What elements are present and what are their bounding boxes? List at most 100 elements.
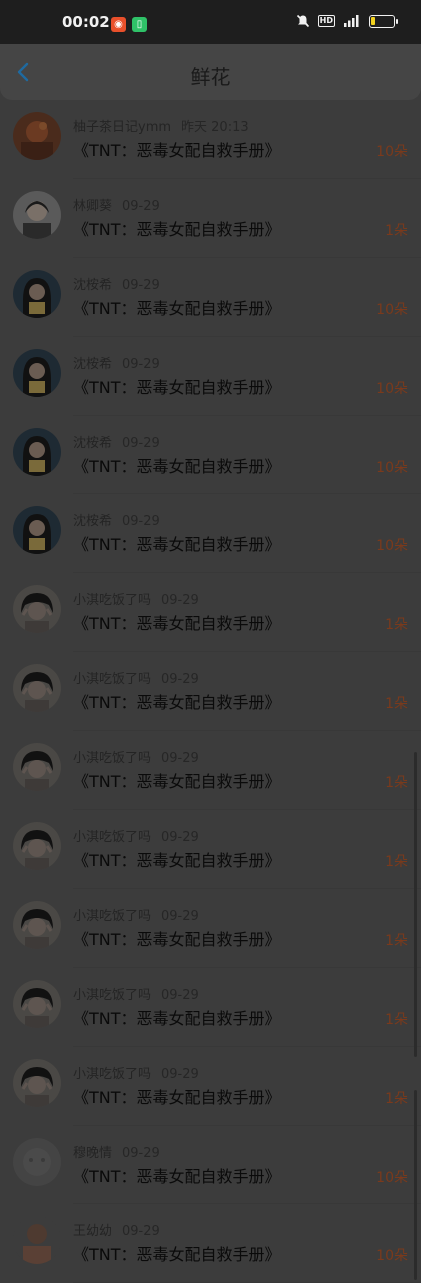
sender-name[interactable]: 沈桉希 <box>73 436 112 451</box>
mute-icon <box>296 14 309 28</box>
book-title[interactable]: 《TNT：恶毒女配自救手册》 <box>73 926 281 950</box>
sender-name[interactable]: 小淇吃饭了吗 <box>73 988 151 1003</box>
book-title[interactable]: 《TNT：恶毒女配自救手册》 <box>73 768 281 792</box>
sender-name[interactable]: 小淇吃饭了吗 <box>73 593 151 608</box>
send-date: 昨天 20:13 <box>181 120 249 135</box>
book-title[interactable]: 《TNT：恶毒女配自救手册》 <box>73 1005 281 1029</box>
hd-icon: HD <box>317 15 335 27</box>
avatar[interactable] <box>13 664 61 713</box>
sender-meta: 小淇吃饭了吗 09-29 <box>73 905 199 924</box>
avatar[interactable] <box>13 1216 61 1265</box>
list-item[interactable]: 沈桉希 09-29 《TNT：恶毒女配自救手册》 10朵 <box>0 337 421 416</box>
list-item[interactable]: 穆晚情 09-29 《TNT：恶毒女配自救手册》 10朵 <box>0 1126 421 1205</box>
weibo-app-icon: ◉ <box>111 17 126 32</box>
list-item[interactable]: 小淇吃饭了吗 09-29 《TNT：恶毒女配自救手册》 1朵 <box>0 810 421 889</box>
scrollbar-upper[interactable] <box>414 752 417 1057</box>
book-title[interactable]: 《TNT：恶毒女配自救手册》 <box>73 453 281 477</box>
send-date: 09-29 <box>161 751 199 767</box>
sender-meta: 沈桉希 09-29 <box>73 274 160 293</box>
flower-count: 10朵 <box>376 1248 408 1265</box>
list-item[interactable]: 王幼幼 09-29 《TNT：恶毒女配自救手册》 10朵 <box>0 1204 421 1283</box>
list-item[interactable]: 小淇吃饭了吗 09-29 《TNT：恶毒女配自救手册》 1朵 <box>0 1047 421 1126</box>
list-item[interactable]: 沈桉希 09-29 《TNT：恶毒女配自救手册》 10朵 <box>0 416 421 495</box>
flower-count: 10朵 <box>376 301 408 318</box>
flower-count: 10朵 <box>376 538 408 555</box>
sender-name[interactable]: 小淇吃饭了吗 <box>73 672 151 687</box>
flower-count: 1朵 <box>385 222 408 239</box>
avatar[interactable] <box>13 190 61 239</box>
avatar[interactable] <box>13 743 61 792</box>
battery-icon <box>369 14 398 28</box>
status-bar: 00:02 ◉ ▯ HD <box>0 0 421 44</box>
sender-name[interactable]: 小淇吃饭了吗 <box>73 751 151 766</box>
sender-name[interactable]: 沈桉希 <box>73 514 112 529</box>
sender-meta: 小淇吃饭了吗 09-29 <box>73 747 199 766</box>
book-title[interactable]: 《TNT：恶毒女配自救手册》 <box>73 216 281 240</box>
sender-meta: 王幼幼 09-29 <box>73 1220 160 1239</box>
sender-meta: 柚子茶日记ymm 昨天 20:13 <box>73 116 249 135</box>
send-date: 09-29 <box>122 277 160 293</box>
send-date: 09-29 <box>122 435 160 451</box>
nav-bar: 鲜花 <box>0 44 421 100</box>
book-title[interactable]: 《TNT：恶毒女配自救手册》 <box>73 1163 281 1187</box>
avatar[interactable] <box>13 585 61 634</box>
book-title[interactable]: 《TNT：恶毒女配自救手册》 <box>73 610 281 634</box>
avatar[interactable] <box>13 1137 61 1186</box>
sender-name[interactable]: 小淇吃饭了吗 <box>73 909 151 924</box>
list-item[interactable]: 沈桉希 09-29 《TNT：恶毒女配自救手册》 10朵 <box>0 258 421 337</box>
flower-count: 1朵 <box>385 854 408 871</box>
book-title[interactable]: 《TNT：恶毒女配自救手册》 <box>73 295 281 319</box>
send-date: 09-29 <box>122 1145 160 1161</box>
list-item[interactable]: 柚子茶日记ymm 昨天 20:13 《TNT：恶毒女配自救手册》 10朵 <box>0 100 421 179</box>
status-time: 00:02 <box>62 13 110 31</box>
book-title[interactable]: 《TNT：恶毒女配自救手册》 <box>73 374 281 398</box>
sender-name[interactable]: 王幼幼 <box>73 1224 112 1239</box>
book-title[interactable]: 《TNT：恶毒女配自救手册》 <box>73 531 281 555</box>
flower-count: 1朵 <box>385 932 408 949</box>
flower-count: 1朵 <box>385 617 408 634</box>
list-item[interactable]: 小淇吃饭了吗 09-29 《TNT：恶毒女配自救手册》 1朵 <box>0 573 421 653</box>
send-date: 09-29 <box>161 830 199 846</box>
flower-count: 10朵 <box>376 459 408 476</box>
send-date: 09-29 <box>161 593 199 609</box>
sender-name[interactable]: 柚子茶日记ymm <box>73 120 171 135</box>
flower-record-list[interactable]: 柚子茶日记ymm 昨天 20:13 《TNT：恶毒女配自救手册》 10朵 林卿葵 09-2… <box>0 100 421 1283</box>
avatar[interactable] <box>13 900 61 949</box>
sender-meta: 小淇吃饭了吗 09-29 <box>73 589 199 608</box>
sender-name[interactable]: 沈桉希 <box>73 357 112 372</box>
flower-count: 10朵 <box>376 380 408 397</box>
avatar[interactable] <box>13 427 61 476</box>
list-item[interactable]: 小淇吃饭了吗 09-29 《TNT：恶毒女配自救手册》 1朵 <box>0 652 421 732</box>
sender-meta: 小淇吃饭了吗 09-29 <box>73 1063 199 1082</box>
sender-name[interactable]: 林卿葵 <box>73 199 112 214</box>
list-item[interactable]: 小淇吃饭了吗 09-29 《TNT：恶毒女配自救手册》 1朵 <box>0 889 421 968</box>
sender-name[interactable]: 沈桉希 <box>73 278 112 293</box>
sender-name[interactable]: 小淇吃饭了吗 <box>73 1067 151 1082</box>
list-item[interactable]: 林卿葵 09-29 《TNT：恶毒女配自救手册》 1朵 <box>0 179 421 258</box>
send-date: 09-29 <box>161 908 199 924</box>
flower-count: 1朵 <box>385 1011 408 1028</box>
sender-name[interactable]: 小淇吃饭了吗 <box>73 830 151 845</box>
sender-meta: 穆晚情 09-29 <box>73 1142 160 1161</box>
avatar[interactable] <box>13 112 61 160</box>
avatar[interactable] <box>13 979 61 1028</box>
avatar[interactable] <box>13 822 61 871</box>
book-title[interactable]: 《TNT：恶毒女配自救手册》 <box>73 847 281 871</box>
avatar[interactable] <box>13 506 61 555</box>
flower-count: 10朵 <box>376 1169 408 1186</box>
scrollbar-lower[interactable] <box>414 1090 417 1280</box>
book-title[interactable]: 《TNT：恶毒女配自救手册》 <box>73 1241 281 1265</box>
book-title[interactable]: 《TNT：恶毒女配自救手册》 <box>73 137 281 161</box>
avatar[interactable] <box>13 269 61 318</box>
sender-meta: 沈桉希 09-29 <box>73 353 160 372</box>
list-item[interactable]: 沈桉希 09-29 《TNT：恶毒女配自救手册》 10朵 <box>0 494 421 574</box>
book-title[interactable]: 《TNT：恶毒女配自救手册》 <box>73 1084 281 1108</box>
send-date: 09-29 <box>161 987 199 1003</box>
list-item[interactable]: 小淇吃饭了吗 09-29 《TNT：恶毒女配自救手册》 1朵 <box>0 968 421 1047</box>
list-item[interactable]: 小淇吃饭了吗 09-29 《TNT：恶毒女配自救手册》 1朵 <box>0 731 421 811</box>
flower-count: 1朵 <box>385 1090 408 1107</box>
book-title[interactable]: 《TNT：恶毒女配自救手册》 <box>73 689 281 713</box>
avatar[interactable] <box>13 1058 61 1107</box>
sender-name[interactable]: 穆晚情 <box>73 1146 112 1161</box>
avatar[interactable] <box>13 348 61 397</box>
